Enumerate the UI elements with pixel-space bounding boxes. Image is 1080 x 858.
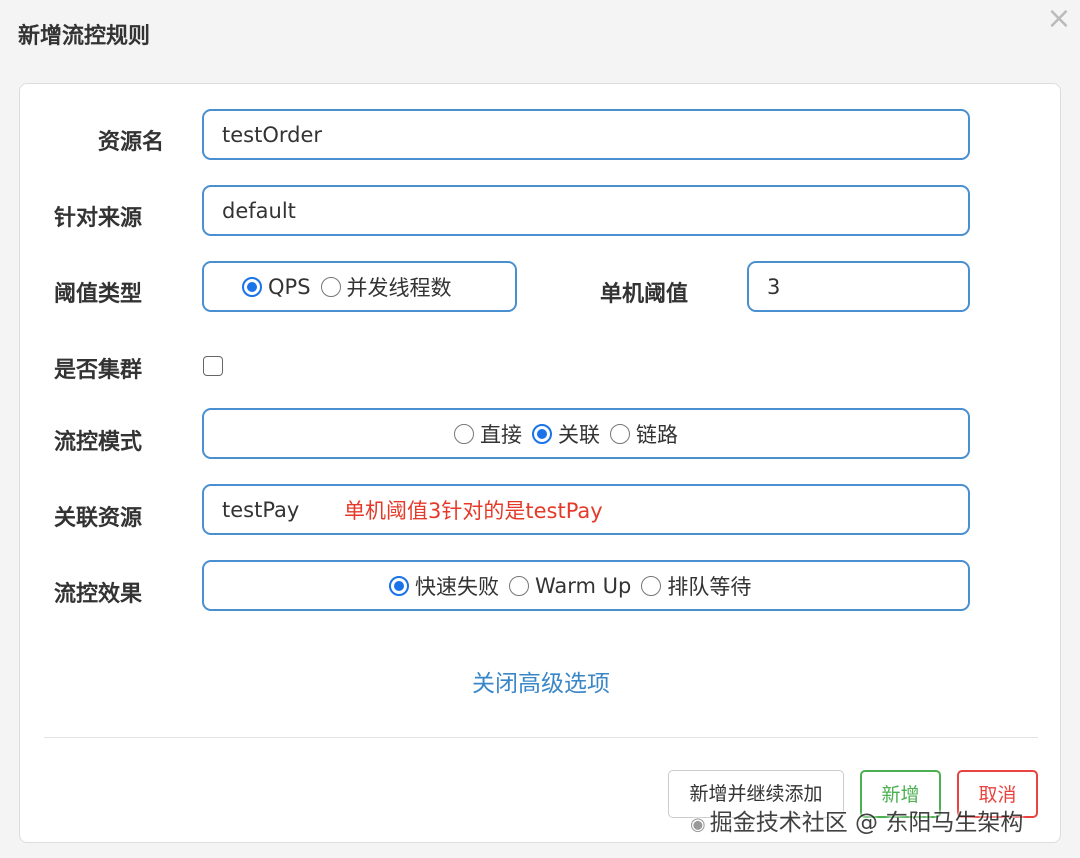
mode-label: 流控模式 [54,430,143,455]
radio-dot-icon [641,575,662,596]
wechat-icon: ◉ [690,814,706,835]
radio-dot-selected-icon [389,575,409,596]
resource-input[interactable]: testOrder [202,109,970,160]
related-resource-label: 关联资源 [54,506,143,531]
radio-dot-selected-icon [532,423,552,444]
single-threshold-input[interactable]: 3 [747,261,970,312]
radio-dot-icon [509,575,529,596]
close-icon[interactable]: × [1044,4,1074,34]
effect-label: 流控效果 [54,582,143,607]
single-threshold-label: 单机阈值 [600,282,689,307]
radio-queue[interactable]: 排队等待 [641,571,751,601]
form-panel: 资源名 testOrder 针对来源 default 阈值类型 QPS 并发线程… [19,83,1061,843]
divider [44,737,1038,738]
cluster-checkbox[interactable] [203,356,223,376]
source-label: 针对来源 [54,206,143,231]
source-value: default [222,198,296,223]
radio-chain[interactable]: 链路 [610,419,678,449]
threshold-type-label: 阈值类型 [54,282,143,307]
radio-dot-icon [454,423,474,444]
radio-direct[interactable]: 直接 [454,419,522,449]
related-resource-input[interactable]: testPay 单机阈值3针对的是testPay [202,484,970,535]
radio-dot-icon [610,423,630,444]
cluster-label: 是否集群 [54,358,143,383]
effect-group: 快速失败 Warm Up 排队等待 [202,560,970,611]
watermark: ◉ 掘金技术社区 @ 东阳马生架构 [690,810,1024,836]
radio-fail-fast[interactable]: 快速失败 [389,571,499,601]
radio-warm-up[interactable]: Warm Up [509,574,631,598]
dialog-title: 新增流控规则 [18,24,151,49]
single-threshold-value: 3 [767,274,781,299]
source-input[interactable]: default [202,185,970,236]
resource-label: 资源名 [97,130,164,155]
radio-qps[interactable]: QPS [242,275,311,299]
threshold-type-group: QPS 并发线程数 [202,261,517,312]
radio-related[interactable]: 关联 [532,419,600,449]
radio-dot-icon [320,276,341,297]
resource-value: testOrder [222,122,323,147]
radio-dot-selected-icon [242,276,262,297]
radio-concurrent-threads[interactable]: 并发线程数 [320,272,452,302]
related-resource-value: testPay [222,497,300,522]
annotation-note: 单机阈值3针对的是testPay [344,498,603,523]
toggle-advanced-options-link[interactable]: 关闭高级选项 [20,664,1062,698]
mode-group: 直接 关联 链路 [202,408,970,459]
